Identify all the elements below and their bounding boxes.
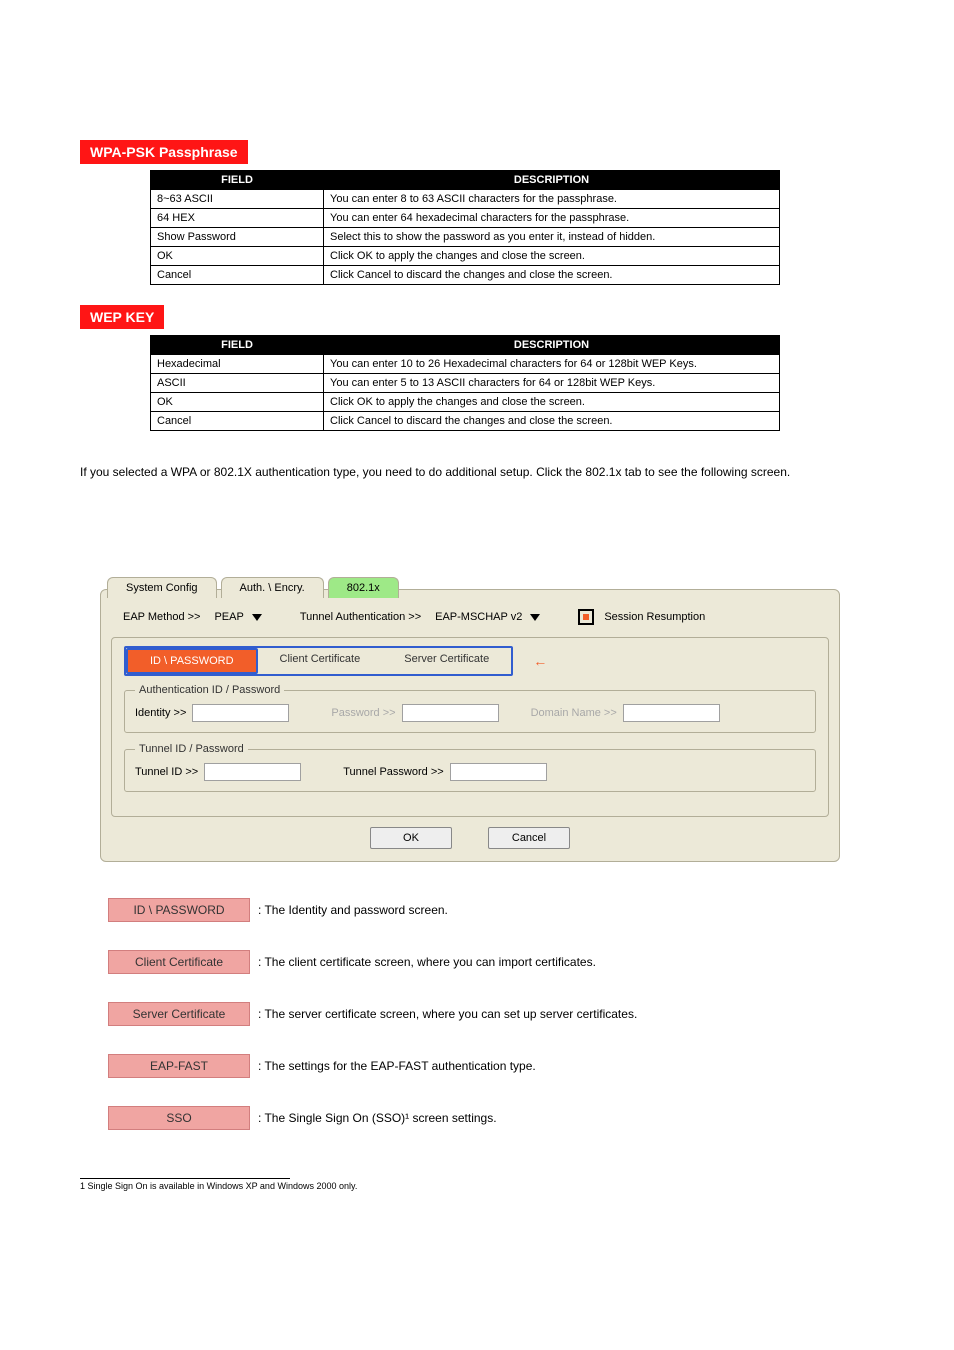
session-resumption-checkbox[interactable] xyxy=(578,609,594,625)
ok-button[interactable]: OK xyxy=(370,827,452,849)
domain-input[interactable] xyxy=(623,704,720,722)
pink-desc: : The Identity and password screen. xyxy=(258,903,448,917)
table-row: HexadecimalYou can enter 10 to 26 Hexade… xyxy=(151,355,780,374)
tunnel-legend: Tunnel ID / Password xyxy=(135,743,248,755)
tab-auth-encry[interactable]: Auth. \ Encry. xyxy=(221,577,324,598)
eap-method-value: PEAP xyxy=(214,611,243,623)
pink-button-sso[interactable]: SSO xyxy=(108,1106,250,1130)
identity-label: Identity >> xyxy=(135,707,186,719)
subtab-id-password[interactable]: ID \ PASSWORD xyxy=(126,648,258,674)
eap-method-select[interactable]: PEAP xyxy=(206,609,269,625)
th-field: FIELD xyxy=(151,171,324,190)
tunnel-password-label: Tunnel Password >> xyxy=(343,766,443,778)
tunnel-auth-select[interactable]: EAP-MSCHAP v2 xyxy=(427,609,548,625)
session-resumption-label: Session Resumption xyxy=(604,611,705,623)
table-row: 8~63 ASCIIYou can enter 8 to 63 ASCII ch… xyxy=(151,190,780,209)
password-input[interactable] xyxy=(402,704,499,722)
arrow-left-icon: ← xyxy=(533,653,547,669)
tunnel-id-label: Tunnel ID >> xyxy=(135,766,198,778)
tunnel-auth-label: Tunnel Authentication >> xyxy=(300,611,421,623)
subtab-server-cert[interactable]: Server Certificate xyxy=(382,648,511,674)
pink-desc: : The Single Sign On (SSO)¹ screen setti… xyxy=(258,1111,497,1125)
table-row: Show PasswordSelect this to show the pas… xyxy=(151,228,780,247)
auth-legend: Authentication ID / Password xyxy=(135,684,284,696)
table-row: OKClick OK to apply the changes and clos… xyxy=(151,247,780,266)
table-row: CancelClick Cancel to discard the change… xyxy=(151,412,780,431)
password-label: Password >> xyxy=(331,707,395,719)
pink-desc: : The server certificate screen, where y… xyxy=(258,1007,637,1021)
pink-desc: : The settings for the EAP-FAST authenti… xyxy=(258,1059,536,1073)
pink-button-list: ID \ PASSWORD : The Identity and passwor… xyxy=(108,898,874,1130)
wep-table: FIELD DESCRIPTION HexadecimalYou can ent… xyxy=(150,335,780,431)
intro-text: If you selected a WPA or 802.1X authenti… xyxy=(80,465,820,479)
tab-system-config[interactable]: System Config xyxy=(107,577,217,598)
pink-button-id-password[interactable]: ID \ PASSWORD xyxy=(108,898,250,922)
chevron-down-icon xyxy=(530,614,540,621)
tunnel-id-password-group: Tunnel ID / Password Tunnel ID >> Tunnel… xyxy=(124,743,816,792)
table-row: 64 HEXYou can enter 64 hexadecimal chara… xyxy=(151,209,780,228)
tunnel-auth-value: EAP-MSCHAP v2 xyxy=(435,611,522,623)
config-panel: System Config Auth. \ Encry. 802.1x EAP … xyxy=(100,589,840,862)
domain-label: Domain Name >> xyxy=(531,707,617,719)
subtab-client-cert[interactable]: Client Certificate xyxy=(258,648,383,674)
cancel-button[interactable]: Cancel xyxy=(488,827,570,849)
tunnel-id-input[interactable] xyxy=(204,763,301,781)
pink-button-eap-fast[interactable]: EAP-FAST xyxy=(108,1054,250,1078)
eap-method-label: EAP Method >> xyxy=(123,611,200,623)
section-heading-passphrase: WPA-PSK Passphrase xyxy=(80,140,248,164)
table-row: OKClick OK to apply the changes and clos… xyxy=(151,393,780,412)
th-desc: DESCRIPTION xyxy=(324,336,780,355)
chevron-down-icon xyxy=(252,614,262,621)
footnote-text: 1 Single Sign On is available in Windows… xyxy=(80,1181,874,1191)
identity-input[interactable] xyxy=(192,704,289,722)
section-heading-wep: WEP KEY xyxy=(80,305,164,329)
pink-button-server-cert[interactable]: Server Certificate xyxy=(108,1002,250,1026)
th-field: FIELD xyxy=(151,336,324,355)
pink-desc: : The client certificate screen, where y… xyxy=(258,955,596,969)
table-row: CancelClick Cancel to discard the change… xyxy=(151,266,780,285)
table-row: ASCIIYou can enter 5 to 13 ASCII charact… xyxy=(151,374,780,393)
passphrase-table: FIELD DESCRIPTION 8~63 ASCIIYou can ente… xyxy=(150,170,780,285)
th-desc: DESCRIPTION xyxy=(324,171,780,190)
tunnel-password-input[interactable] xyxy=(450,763,547,781)
tab-8021x[interactable]: 802.1x xyxy=(328,577,399,598)
auth-id-password-group: Authentication ID / Password Identity >>… xyxy=(124,684,816,733)
pink-button-client-cert[interactable]: Client Certificate xyxy=(108,950,250,974)
footnote-divider xyxy=(80,1178,290,1179)
